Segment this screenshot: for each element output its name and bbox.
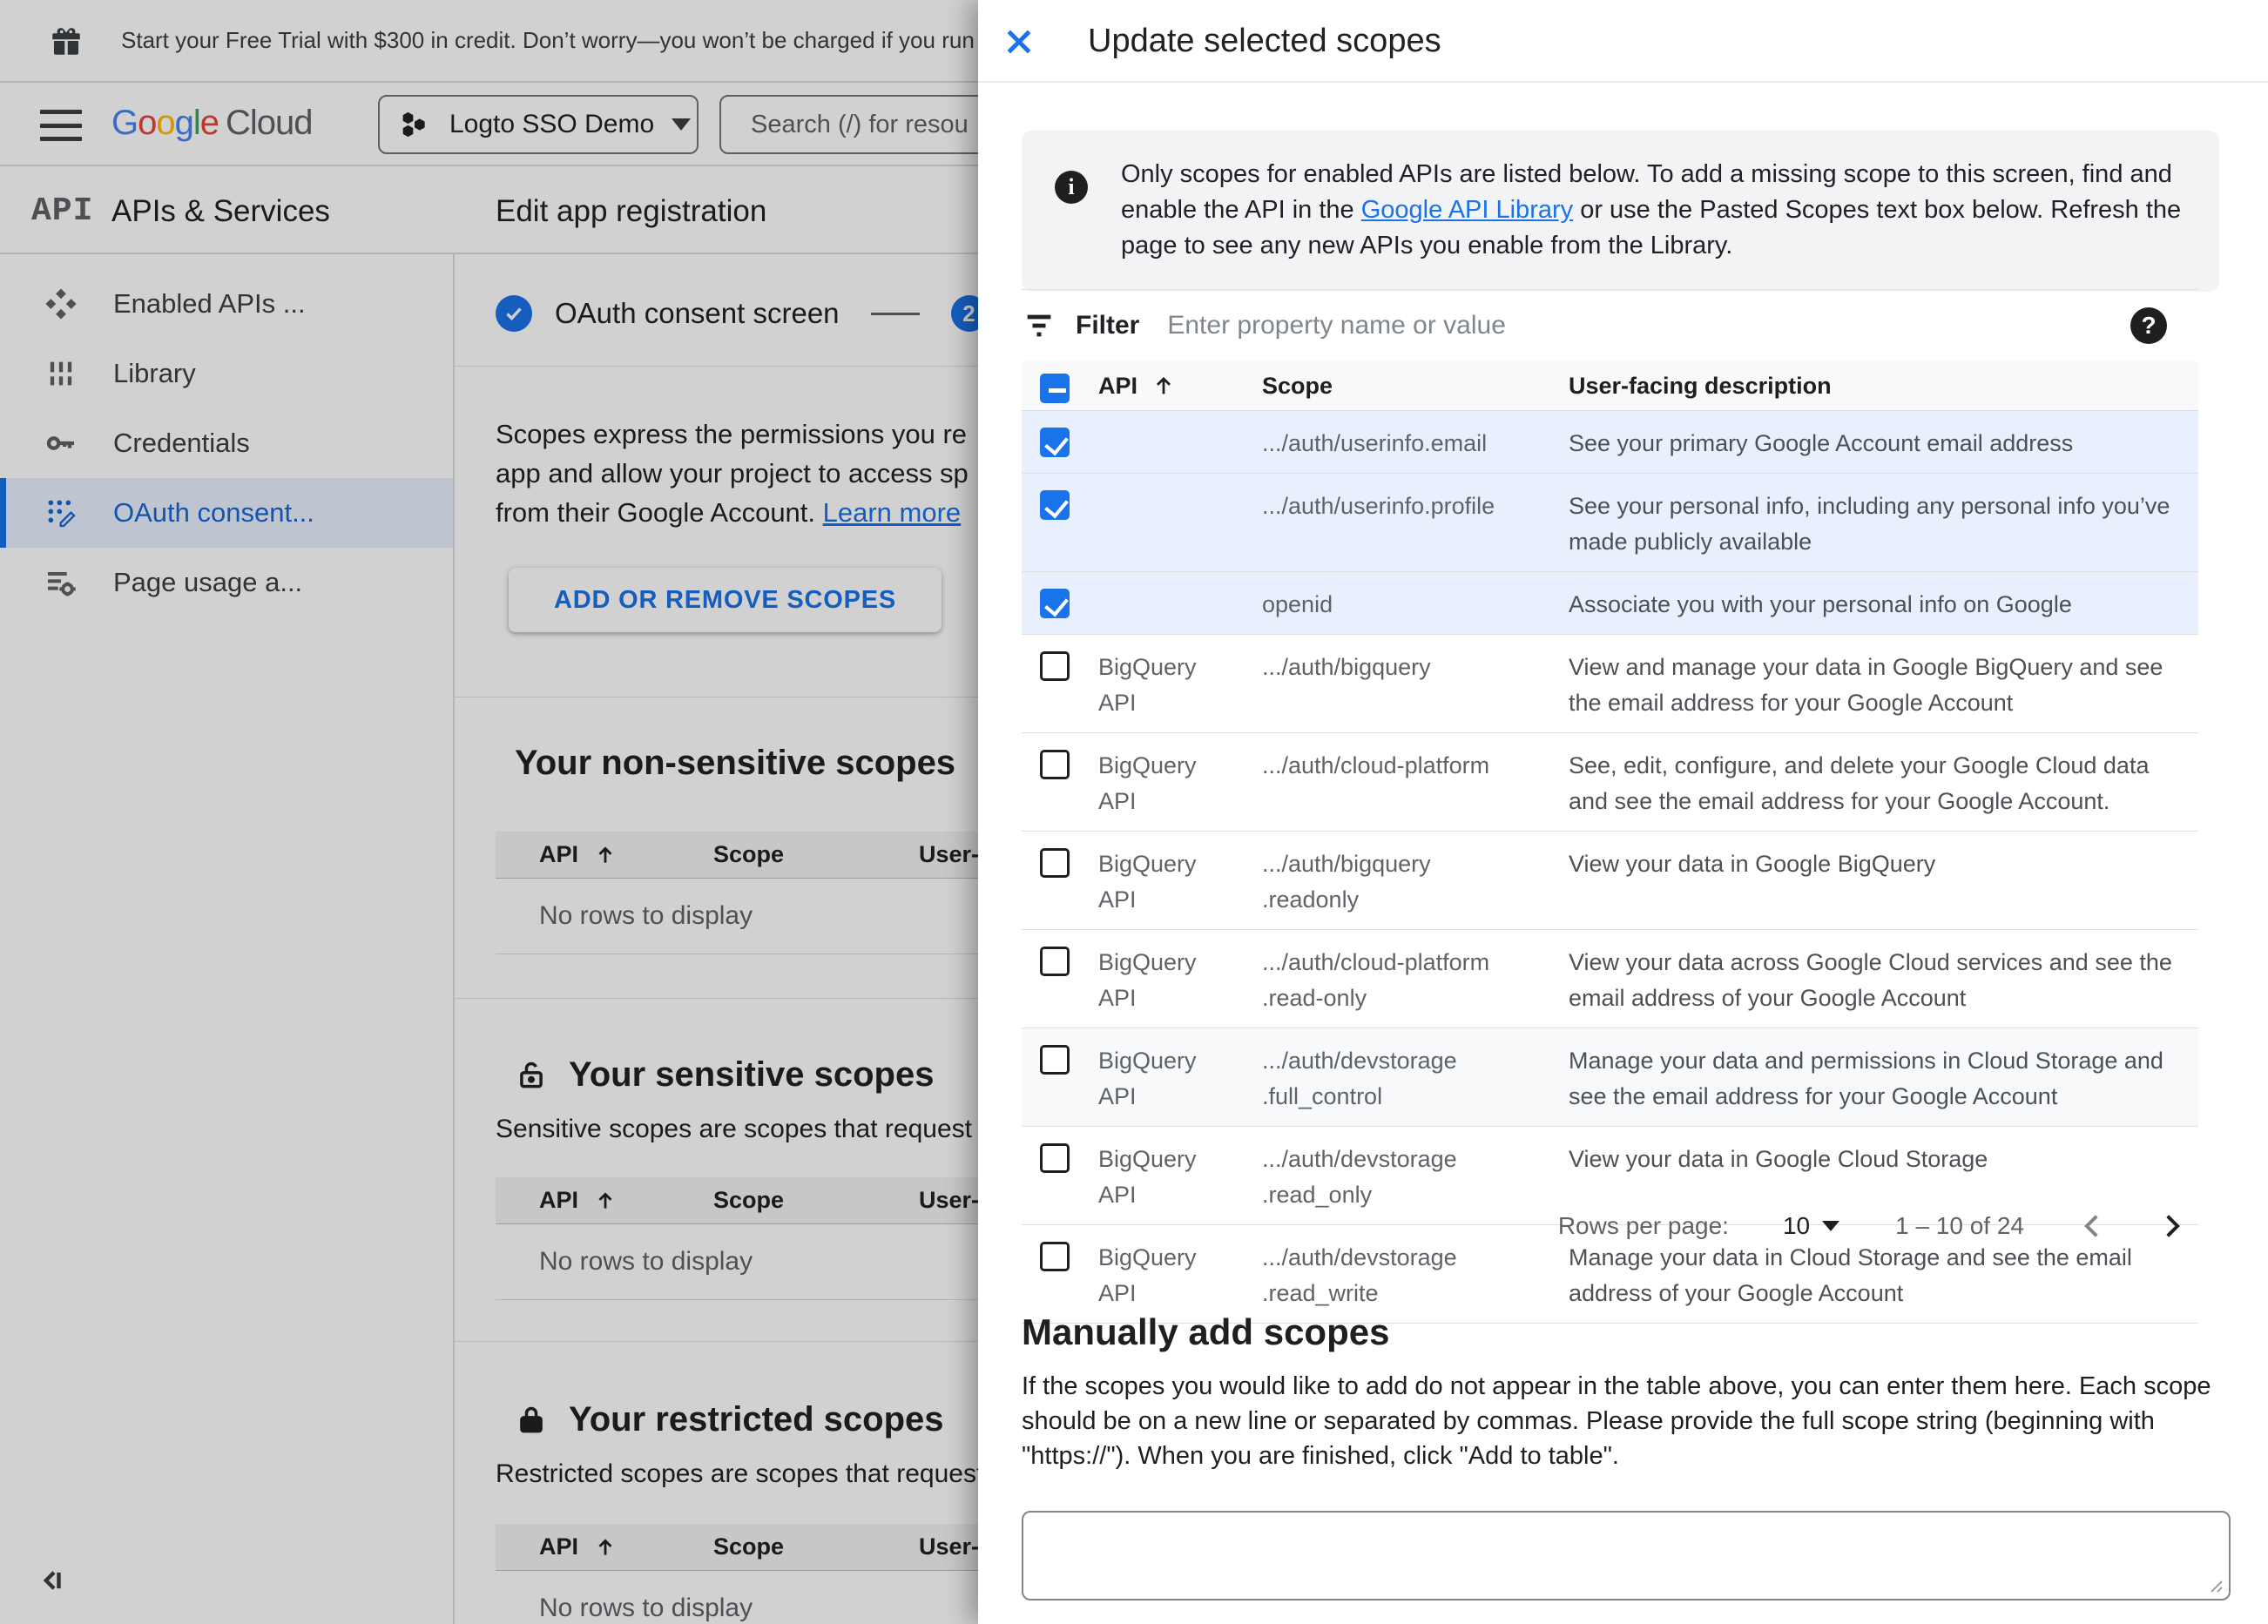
- filter-bar[interactable]: Filter Enter property name or value ?: [1022, 289, 2198, 361]
- modal-scrim[interactable]: [0, 0, 978, 1624]
- row-checkbox[interactable]: [1040, 848, 1070, 878]
- table-row: BigQuery API .../auth/devstorage .full_c…: [1022, 1028, 2198, 1127]
- cell-description: See, edit, configure, and delete your Go…: [1569, 752, 2150, 814]
- row-checkbox[interactable]: [1040, 1045, 1070, 1075]
- col-desc[interactable]: User-facing description: [1569, 373, 2198, 400]
- row-checkbox[interactable]: [1040, 428, 1070, 457]
- cell-api: BigQuery API: [1098, 949, 1197, 1011]
- scopes-table: API Scope User-facing description .../au…: [1022, 361, 2198, 1324]
- cell-api: BigQuery API: [1098, 752, 1197, 814]
- manually-add-scopes-title: Manually add scopes: [1022, 1311, 1390, 1352]
- cell-scope: openid: [1262, 591, 1333, 617]
- rows-per-page-select[interactable]: 10: [1783, 1212, 1840, 1240]
- cell-scope: .../auth/userinfo.email: [1262, 430, 1488, 456]
- update-scopes-panel: Update selected scopes i Only scopes for…: [978, 0, 2268, 1624]
- row-checkbox[interactable]: [1040, 651, 1070, 681]
- cell-scope: .../auth/cloud-platform .read-only: [1262, 949, 1490, 1011]
- cell-api: [1098, 485, 1262, 489]
- cell-scope: .../auth/bigquery .readonly: [1262, 851, 1431, 913]
- cell-scope: .../auth/userinfo.profile: [1262, 493, 1495, 519]
- info-text: Only scopes for enabled APIs are listed …: [1121, 160, 2182, 259]
- cell-api: [1098, 422, 1262, 426]
- chevron-down-icon: [1822, 1221, 1840, 1231]
- table-row: .../auth/userinfo.profile See your perso…: [1022, 474, 2198, 572]
- next-page-icon[interactable]: [2157, 1209, 2186, 1243]
- sort-arrow-icon: [1157, 376, 1171, 394]
- col-api[interactable]: API: [1098, 373, 1137, 400]
- cell-api: BigQuery API: [1098, 1048, 1197, 1109]
- cell-description: View and manage your data in Google BigQ…: [1569, 654, 2163, 716]
- cell-scope: .../auth/bigquery: [1262, 654, 1431, 680]
- filter-icon: [1027, 314, 1051, 337]
- row-checkbox[interactable]: [1040, 490, 1070, 520]
- row-checkbox[interactable]: [1040, 1143, 1070, 1173]
- cell-description: See your primary Google Account email ad…: [1569, 430, 2074, 456]
- manual-scopes-textarea[interactable]: [1022, 1511, 2231, 1600]
- google-api-library-link[interactable]: Google API Library: [1361, 196, 1573, 224]
- select-all-checkbox[interactable]: [1040, 374, 1070, 403]
- table-row: .../auth/userinfo.email See your primary…: [1022, 411, 2198, 474]
- table-row: BigQuery API .../auth/cloud-platform See…: [1022, 733, 2198, 832]
- info-banner: i Only scopes for enabled APIs are liste…: [1022, 131, 2219, 292]
- pagination-range: 1 – 10 of 24: [1895, 1212, 2024, 1239]
- cell-description: Associate you with your personal info on…: [1569, 591, 2072, 617]
- resize-grip-icon[interactable]: [2204, 1574, 2224, 1594]
- col-scope[interactable]: Scope: [1262, 373, 1569, 400]
- scopes-table-header: API Scope User-facing description: [1022, 361, 2198, 411]
- cell-description: View your data in Google BigQuery: [1569, 851, 1936, 877]
- cell-description: See your personal info, including any pe…: [1569, 493, 2170, 555]
- cell-api: BigQuery API: [1098, 654, 1197, 716]
- manually-add-scopes-description: If the scopes you would like to add do n…: [1022, 1372, 2211, 1470]
- rows-per-page-label: Rows per page:: [1557, 1212, 1729, 1239]
- cell-scope: .../auth/devstorage .full_control: [1262, 1048, 1457, 1109]
- help-icon[interactable]: ?: [2130, 307, 2167, 344]
- filter-label: Filter: [1076, 311, 1140, 340]
- table-row: BigQuery API .../auth/cloud-platform .re…: [1022, 930, 2198, 1028]
- cell-api: [1098, 583, 1262, 587]
- row-checkbox[interactable]: [1040, 589, 1070, 618]
- row-checkbox[interactable]: [1040, 947, 1070, 976]
- cell-description: Manage your data and permissions in Clou…: [1569, 1048, 2163, 1109]
- cell-description: View your data in Google Cloud Storage: [1569, 1146, 1988, 1172]
- cell-api: BigQuery API: [1098, 851, 1197, 913]
- cell-scope: .../auth/cloud-platform: [1262, 752, 1490, 778]
- close-icon[interactable]: [1002, 24, 1036, 59]
- table-row: openid Associate you with your personal …: [1022, 572, 2198, 635]
- pagination: Rows per page: 10 1 – 10 of 24: [1022, 1195, 2198, 1257]
- table-row: BigQuery API .../auth/bigquery .readonly…: [1022, 832, 2198, 930]
- panel-title: Update selected scopes: [1088, 23, 1441, 59]
- info-icon: i: [1055, 171, 1088, 204]
- panel-header: Update selected scopes: [978, 0, 2268, 83]
- filter-placeholder[interactable]: Enter property name or value: [1167, 311, 2130, 340]
- table-row: BigQuery API .../auth/bigquery View and …: [1022, 635, 2198, 733]
- previous-page-icon[interactable]: [2078, 1209, 2108, 1243]
- row-checkbox[interactable]: [1040, 750, 1070, 779]
- cell-description: View your data across Google Cloud servi…: [1569, 949, 2172, 1011]
